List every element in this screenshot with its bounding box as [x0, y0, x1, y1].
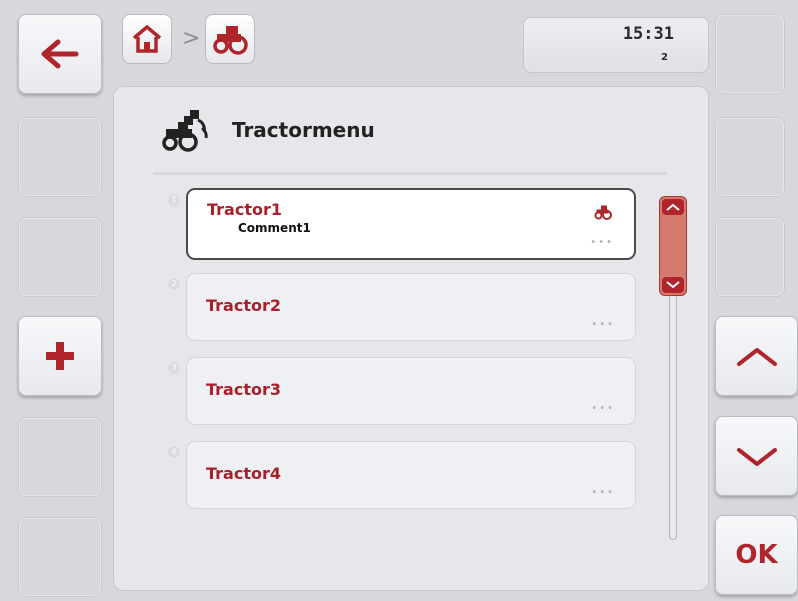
list-item-tractor1[interactable]: Tractor1 Comment1 ••• [186, 188, 636, 260]
softkey-right-3 [715, 217, 785, 297]
plus-icon [46, 342, 74, 370]
list-item-tractor2[interactable]: Tractor2 ••• [186, 273, 636, 341]
softkey-right-2 [715, 117, 785, 197]
page-number: 2 [661, 52, 668, 63]
softkey-left-5 [18, 417, 102, 497]
item-index: 1 [168, 194, 180, 206]
more-icon: ••• [591, 319, 615, 330]
active-tractor-icon [594, 204, 612, 224]
item-name: Tractor2 [206, 296, 281, 315]
scroll-thumb-top-cap [662, 199, 684, 215]
tractors-group-icon [160, 108, 212, 158]
home-icon [132, 25, 162, 53]
status-clock: 15:31 2 [523, 17, 709, 73]
softkey-left-6 [18, 517, 102, 597]
add-button[interactable] [18, 316, 102, 396]
back-button[interactable] [18, 14, 102, 94]
softkey-right-1 [715, 14, 785, 94]
scrollbar-thumb[interactable] [659, 196, 687, 296]
ok-button[interactable]: OK [715, 515, 798, 595]
back-arrow-icon [41, 39, 79, 69]
ok-label: OK [735, 540, 778, 570]
chevron-down-icon [736, 448, 777, 466]
item-name: Tractor1 [207, 200, 282, 219]
chevron-up-icon [736, 348, 777, 366]
more-icon: ••• [591, 403, 615, 414]
softkey-left-3 [18, 217, 102, 297]
more-icon: ••• [591, 487, 615, 498]
tractor-breadcrumb-button[interactable] [205, 14, 255, 64]
scroll-thumb-bottom-cap [662, 277, 684, 293]
softkey-left-2 [18, 117, 102, 197]
item-name: Tractor3 [206, 380, 281, 399]
clock-time: 15:31 [622, 24, 674, 44]
more-icon: ••• [590, 237, 614, 248]
tractor-icon [213, 26, 248, 55]
page-title: Tractormenu [232, 118, 375, 142]
item-index: 2 [168, 278, 180, 290]
item-comment: Comment1 [238, 221, 311, 235]
list-item-tractor4[interactable]: Tractor4 ••• [186, 441, 636, 509]
item-index: 3 [168, 362, 180, 374]
title-divider [153, 172, 667, 175]
scroll-up-button[interactable] [715, 316, 798, 396]
breadcrumb-separator: > [182, 26, 201, 51]
item-index: 4 [168, 446, 180, 458]
home-button[interactable] [122, 14, 172, 64]
item-name: Tractor4 [206, 464, 281, 483]
scroll-down-button[interactable] [715, 416, 798, 496]
list-item-tractor3[interactable]: Tractor3 ••• [186, 357, 636, 425]
